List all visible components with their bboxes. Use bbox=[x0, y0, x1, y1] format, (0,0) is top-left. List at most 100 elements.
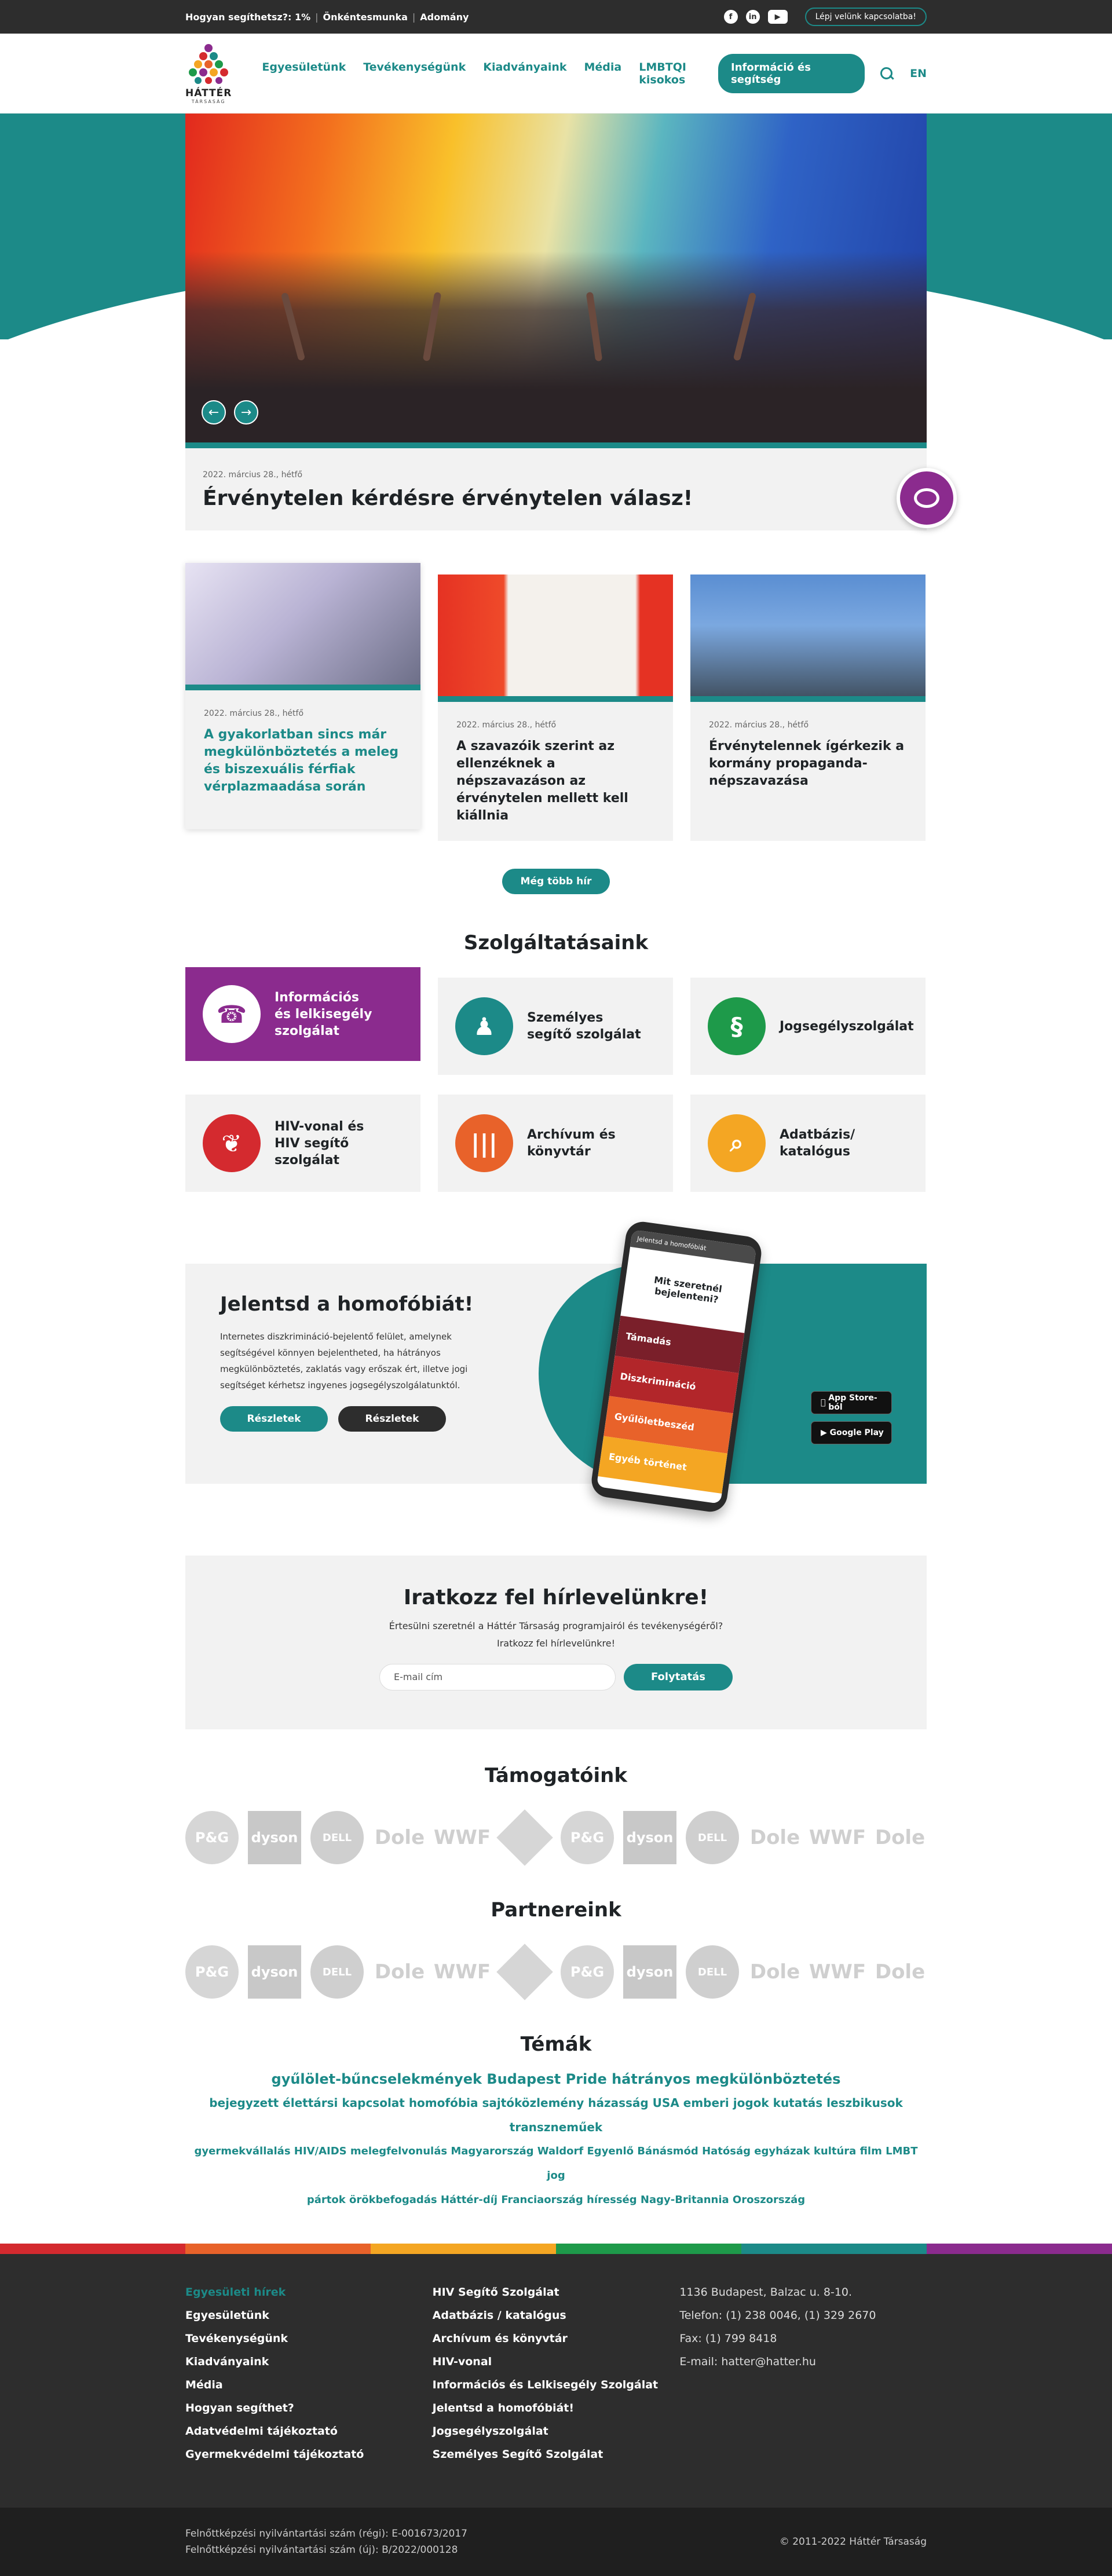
footer-link[interactable]: Adatbázis / katalógus bbox=[433, 2304, 680, 2327]
supporters-logos: P&G dyson DELL Dole WWF P&G dyson DELL D… bbox=[185, 1809, 927, 1866]
partner-logo[interactable]: P&G bbox=[185, 1945, 239, 1999]
news-card[interactable]: 2022. március 28., hétfő A szavazóik sze… bbox=[438, 575, 673, 841]
sponsor-logo[interactable]: P&G bbox=[185, 1811, 239, 1864]
contact-button[interactable]: Lépj velünk kapcsolatba! bbox=[804, 8, 927, 26]
service-legal-aid[interactable]: § Jogsegélyszolgálat bbox=[690, 978, 926, 1075]
top-link-volunteer[interactable]: Önkéntesmunka bbox=[323, 12, 408, 23]
sponsor-logo[interactable]: WWF bbox=[809, 1811, 866, 1864]
linkedin-icon[interactable]: in bbox=[745, 10, 760, 24]
themes-title: Témák bbox=[520, 2033, 592, 2056]
partner-logo[interactable]: P&G bbox=[561, 1945, 614, 1999]
social-links: f in ▶ bbox=[723, 10, 788, 24]
partner-logo[interactable]: DELL bbox=[686, 1945, 739, 1999]
theme-tags[interactable]: gyermekvállalás HIV/AIDS melegfelvonulás… bbox=[185, 2139, 927, 2188]
partner-logo[interactable]: Dole bbox=[373, 1945, 426, 1999]
info-help-button[interactable]: Információ és segítség bbox=[718, 54, 865, 93]
footer-link[interactable]: Archívum és könyvtár bbox=[433, 2327, 680, 2350]
service-label: HIV-vonal és HIV segítő szolgálat bbox=[275, 1119, 364, 1168]
partner-logo[interactable]: Dole bbox=[873, 1945, 927, 1999]
service-hiv-line[interactable]: ❦ HIV-vonal és HIV segítő szolgálat bbox=[185, 1095, 420, 1192]
service-label: Információs és lelkisegély szolgálat bbox=[275, 990, 372, 1038]
language-switch[interactable]: EN bbox=[910, 67, 927, 80]
partner-logo[interactable]: WWF bbox=[434, 1945, 491, 1999]
nav-item-lgbtqi-guide[interactable]: LMBTQI kisokos bbox=[639, 61, 693, 86]
hero-image[interactable] bbox=[185, 114, 927, 448]
sponsor-logo[interactable]: Dole bbox=[748, 1811, 802, 1864]
footer-link[interactable]: HIV Segítő Szolgálat bbox=[433, 2281, 680, 2304]
google-play-badge[interactable]: ▶ Google Play bbox=[811, 1421, 892, 1444]
partner-logo[interactable]: WWF bbox=[809, 1945, 866, 1999]
footer-link[interactable]: Információs és Lelkisegély Szolgálat bbox=[433, 2373, 680, 2396]
top-link-donation[interactable]: Adomány bbox=[420, 12, 469, 23]
nav-item-association[interactable]: Egyesületünk bbox=[262, 61, 346, 86]
slider-next-arrow-icon[interactable]: → bbox=[234, 400, 258, 425]
service-archive-library[interactable]: ||| Archívum és könyvtár bbox=[438, 1095, 673, 1192]
service-info-helpline[interactable]: ☎ Információs és lelkisegély szolgálat bbox=[185, 967, 420, 1061]
service-database-catalog[interactable]: ⌕ Adatbázis/ katalógus bbox=[690, 1095, 926, 1192]
email-field[interactable]: E-mail cím bbox=[379, 1664, 616, 1690]
footer-link[interactable]: Egyesületi hírek bbox=[185, 2281, 433, 2304]
site-footer: Egyesületi hírek Egyesületünk Tevékenysé… bbox=[0, 2254, 1112, 2508]
footer-link[interactable]: Média bbox=[185, 2373, 433, 2396]
sponsor-logo[interactable]: Dole bbox=[873, 1811, 927, 1864]
report-homophobia-banner: Jelentsd a homofóbiát! Internetes diszkr… bbox=[185, 1219, 927, 1514]
report-details-button-secondary[interactable]: Részletek bbox=[338, 1406, 446, 1432]
nav-item-media[interactable]: Média bbox=[584, 61, 622, 86]
more-news-button[interactable]: Még több hír bbox=[502, 869, 610, 894]
news-card[interactable]: 2022. március 28., hétfő A gyakorlatban … bbox=[185, 563, 420, 829]
theme-tags[interactable]: pártok örökbefogadás Háttér-díj Franciao… bbox=[185, 2188, 927, 2212]
sponsor-logo[interactable]: DELL bbox=[686, 1811, 739, 1864]
partner-logo[interactable]: dyson bbox=[248, 1945, 301, 1999]
newsletter-submit-button[interactable]: Folytatás bbox=[624, 1664, 733, 1690]
report-details-button[interactable]: Részletek bbox=[220, 1406, 328, 1432]
youtube-icon[interactable]: ▶ bbox=[767, 10, 788, 24]
footer-link[interactable]: Jelentsd a homofóbiát! bbox=[433, 2396, 680, 2420]
sponsor-logo[interactable]: Dole bbox=[373, 1811, 426, 1864]
report-title: Jelentsd a homofóbiát! bbox=[220, 1293, 474, 1316]
hero-caption[interactable]: 2022. március 28., hétfő Érvénytelen kér… bbox=[185, 448, 927, 530]
footer-link[interactable]: Egyesületünk bbox=[185, 2304, 433, 2327]
footer-link[interactable]: Gyermekvédelmi tájékoztató bbox=[185, 2443, 433, 2466]
hero-title: Érvénytelen kérdésre érvénytelen válasz! bbox=[203, 486, 693, 510]
facebook-icon[interactable]: f bbox=[723, 10, 738, 24]
theme-tags[interactable]: gyűlölet-bűncselekmények Budapest Pride … bbox=[185, 2068, 927, 2091]
footer-link[interactable]: Jogsegélyszolgálat bbox=[433, 2420, 680, 2443]
footer-link[interactable]: Hogyan segíthet? bbox=[185, 2396, 433, 2420]
footer-email[interactable]: E-mail: hatter@hatter.hu bbox=[679, 2350, 927, 2373]
partner-logo[interactable]: dyson bbox=[623, 1945, 676, 1999]
service-label: Jogsegélyszolgálat bbox=[780, 1019, 914, 1034]
service-label: Archívum és könyvtár bbox=[527, 1128, 616, 1159]
news-image bbox=[438, 575, 673, 702]
partner-logo[interactable]: DELL bbox=[310, 1945, 364, 1999]
rainbow-stripe bbox=[0, 2244, 1112, 2254]
slider-prev-arrow-icon[interactable]: ← bbox=[202, 400, 226, 425]
news-card[interactable]: 2022. március 28., hétfő Érvénytelennek … bbox=[690, 575, 926, 841]
sponsor-logo[interactable]: dyson bbox=[623, 1811, 676, 1864]
footer-link[interactable]: Kiadványaink bbox=[185, 2350, 433, 2373]
nav-item-activities[interactable]: Tevékenységünk bbox=[363, 61, 466, 86]
partner-logo[interactable] bbox=[496, 1944, 553, 2000]
site-logo[interactable]: HÁTTÉR TÁRSASÁG bbox=[185, 41, 232, 106]
theme-tags[interactable]: bejegyzett élettársi kapcsolat homofóbia… bbox=[185, 2091, 927, 2139]
footer-column-services: HIV Segítő Szolgálat Adatbázis / katalóg… bbox=[433, 2281, 680, 2466]
registration-number-new: Felnőttképzési nyilvántartási szám (új):… bbox=[185, 2544, 458, 2556]
sponsor-logo[interactable]: dyson bbox=[248, 1811, 301, 1864]
sponsor-logo[interactable]: WWF bbox=[434, 1811, 491, 1864]
app-store-badge[interactable]:  App Store-ból bbox=[811, 1391, 892, 1414]
chat-bubble-icon[interactable] bbox=[897, 468, 957, 528]
footer-link[interactable]: HIV-vonal bbox=[433, 2350, 680, 2373]
services-grid: ☎ Információs és lelkisegély szolgálat ♟… bbox=[185, 967, 927, 1192]
search-icon[interactable] bbox=[880, 67, 893, 80]
sponsor-logo[interactable] bbox=[496, 1809, 553, 1866]
sponsor-logo[interactable]: P&G bbox=[561, 1811, 614, 1864]
service-personal-help[interactable]: ♟ Személyes segítő szolgálat bbox=[438, 978, 673, 1075]
footer-link[interactable]: Adatvédelmi tájékoztató bbox=[185, 2420, 433, 2443]
footer-link[interactable]: Tevékenységünk bbox=[185, 2327, 433, 2350]
sponsor-logo[interactable]: DELL bbox=[310, 1811, 364, 1864]
top-link-help[interactable]: Hogyan segíthetsz?: 1% bbox=[185, 12, 310, 23]
footer-link[interactable]: Személyes Segítő Szolgálat bbox=[433, 2443, 680, 2466]
newsletter-title: Iratkozz fel hírlevelünkre! bbox=[403, 1586, 709, 1609]
nav-item-publications[interactable]: Kiadványaink bbox=[483, 61, 566, 86]
site-header: HÁTTÉR TÁRSASÁG Egyesületünk Tevékenység… bbox=[0, 34, 1112, 114]
partner-logo[interactable]: Dole bbox=[748, 1945, 802, 1999]
